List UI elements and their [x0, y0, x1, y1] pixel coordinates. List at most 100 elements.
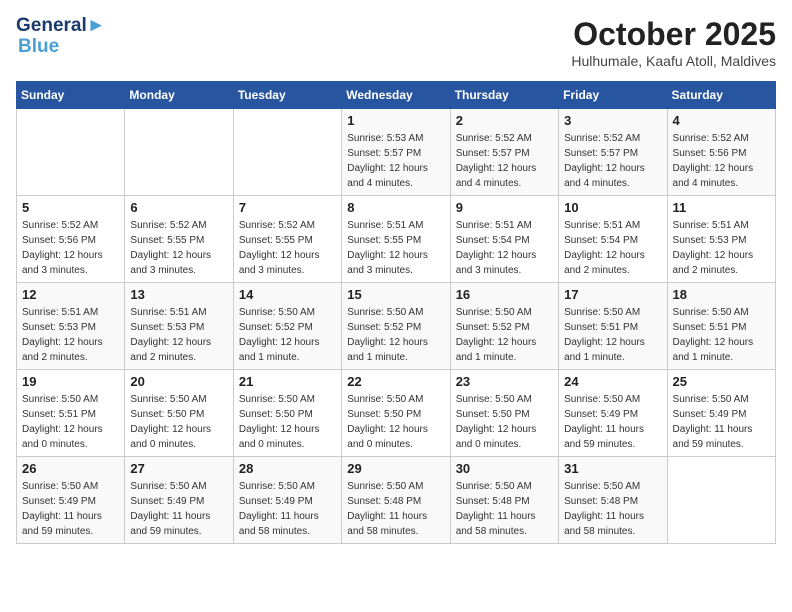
day-info: Sunrise: 5:50 AMSunset: 5:48 PMDaylight:… [564, 479, 661, 539]
day-info: Sunrise: 5:50 AMSunset: 5:49 PMDaylight:… [130, 479, 227, 539]
calendar-cell: 31 Sunrise: 5:50 AMSunset: 5:48 PMDayligh… [559, 457, 667, 544]
day-info: Sunrise: 5:51 AMSunset: 5:54 PMDaylight:… [456, 218, 553, 278]
day-number: 28 [239, 461, 336, 476]
calendar-cell: 30Sunrise: 5:50 AMSunset: 5:48 PMDayligh… [450, 457, 558, 544]
day-number: 8 [347, 200, 444, 215]
day-number: 5 [22, 200, 119, 215]
day-info: Sunrise: 5:50 AMSunset: 5:50 PMDaylight:… [456, 392, 553, 452]
week-row-5: 26Sunrise: 5:50 AMSunset: 5:49 PMDayligh… [17, 457, 776, 544]
day-info: Sunrise: 5:50 AMSunset: 5:51 PMDaylight:… [22, 392, 119, 452]
day-header-tuesday: Tuesday [233, 82, 341, 109]
week-row-1: 1Sunrise: 5:53 AMSunset: 5:57 PMDaylight… [17, 109, 776, 196]
day-info: Sunrise: 5:52 AMSunset: 5:57 PMDaylight:… [456, 131, 553, 191]
day-number: 19 [22, 374, 119, 389]
logo-blue: Blue [18, 37, 106, 58]
day-info: Sunrise: 5:50 AMSunset: 5:52 PMDaylight:… [239, 305, 336, 365]
day-number: 1 [347, 113, 444, 128]
day-number: 14 [239, 287, 336, 302]
title-block: October 2025 Hulhumale, Kaafu Atoll, Mal… [571, 16, 776, 69]
day-number: 22 [347, 374, 444, 389]
calendar-cell: 3 Sunrise: 5:52 AMSunset: 5:57 PMDaylight… [559, 109, 667, 196]
day-info: Sunrise: 5:50 AMSunset: 5:49 PMDaylight:… [673, 392, 770, 452]
day-info: Sunrise: 5:50 AMSunset: 5:48 PMDaylight:… [456, 479, 553, 539]
calendar-cell [125, 109, 233, 196]
day-info: Sunrise: 5:50 AMSunset: 5:49 PMDaylight:… [22, 479, 119, 539]
day-number: 16 [456, 287, 553, 302]
location: Hulhumale, Kaafu Atoll, Maldives [571, 53, 776, 69]
calendar-cell: 28 Sunrise: 5:50 AMSunset: 5:49 PMDayligh… [233, 457, 341, 544]
day-info: Sunrise: 5:50 AMSunset: 5:49 PMDaylight:… [239, 479, 336, 539]
day-info: Sunrise: 5:51 AMSunset: 5:55 PMDaylight:… [347, 218, 444, 278]
day-info: Sunrise: 5:52 AMSunset: 5:55 PMDaylight:… [239, 218, 336, 278]
day-number: 25 [673, 374, 770, 389]
calendar-cell: 24 Sunrise: 5:50 AMSunset: 5:49 PMDayligh… [559, 370, 667, 457]
calendar-cell: 13 Sunrise: 5:51 AMSunset: 5:53 PMDayligh… [125, 283, 233, 370]
day-info: Sunrise: 5:52 AMSunset: 5:56 PMDaylight:… [673, 131, 770, 191]
day-number: 4 [673, 113, 770, 128]
day-info: Sunrise: 5:52 AMSunset: 5:56 PMDaylight:… [22, 218, 119, 278]
day-info: Sunrise: 5:50 AMSunset: 5:50 PMDaylight:… [347, 392, 444, 452]
day-number: 21 [239, 374, 336, 389]
day-info: Sunrise: 5:50 AMSunset: 5:52 PMDaylight:… [347, 305, 444, 365]
day-info: Sunrise: 5:51 AMSunset: 5:53 PMDaylight:… [673, 218, 770, 278]
calendar-cell: 2 Sunrise: 5:52 AMSunset: 5:57 PMDaylight… [450, 109, 558, 196]
day-number: 13 [130, 287, 227, 302]
calendar-cell: 11 Sunrise: 5:51 AMSunset: 5:53 PMDayligh… [667, 196, 775, 283]
day-number: 2 [456, 113, 553, 128]
calendar-cell [667, 457, 775, 544]
week-row-3: 12 Sunrise: 5:51 AMSunset: 5:53 PMDayligh… [17, 283, 776, 370]
day-info: Sunrise: 5:50 AMSunset: 5:52 PMDaylight:… [456, 305, 553, 365]
day-info: Sunrise: 5:50 AMSunset: 5:50 PMDaylight:… [130, 392, 227, 452]
day-info: Sunrise: 5:50 AMSunset: 5:51 PMDaylight:… [673, 305, 770, 365]
logo-text: General► [16, 16, 106, 37]
day-number: 24 [564, 374, 661, 389]
day-number: 23 [456, 374, 553, 389]
day-number: 10 [564, 200, 661, 215]
logo: General► Blue [16, 16, 106, 58]
day-header-wednesday: Wednesday [342, 82, 450, 109]
calendar-cell: 29 Sunrise: 5:50 AMSunset: 5:48 PMDayligh… [342, 457, 450, 544]
day-number: 27 [130, 461, 227, 476]
week-row-2: 5 Sunrise: 5:52 AMSunset: 5:56 PMDaylight… [17, 196, 776, 283]
calendar-cell: 6 Sunrise: 5:52 AMSunset: 5:55 PMDaylight… [125, 196, 233, 283]
day-info: Sunrise: 5:50 AMSunset: 5:50 PMDaylight:… [239, 392, 336, 452]
calendar-cell: 25 Sunrise: 5:50 AMSunset: 5:49 PMDayligh… [667, 370, 775, 457]
day-number: 29 [347, 461, 444, 476]
page-header: General► Blue October 2025 Hulhumale, Ka… [16, 16, 776, 69]
calendar-cell: 12Sunrise: 5:51 AMSunset: 5:53 PMDayligh… [17, 283, 125, 370]
day-header-friday: Friday [559, 82, 667, 109]
calendar-cell [17, 109, 125, 196]
calendar-cell: 9 Sunrise: 5:51 AMSunset: 5:54 PMDaylight… [450, 196, 558, 283]
day-info: Sunrise: 5:52 AMSunset: 5:55 PMDaylight:… [130, 218, 227, 278]
day-header-thursday: Thursday [450, 82, 558, 109]
day-number: 6 [130, 200, 227, 215]
day-number: 12 [22, 287, 119, 302]
day-number: 9 [456, 200, 553, 215]
calendar-cell: 19 Sunrise: 5:50 AMSunset: 5:51 PMDayligh… [17, 370, 125, 457]
calendar-cell: 20Sunrise: 5:50 AMSunset: 5:50 PMDayligh… [125, 370, 233, 457]
day-header-monday: Monday [125, 82, 233, 109]
day-number: 11 [673, 200, 770, 215]
day-number: 7 [239, 200, 336, 215]
day-info: Sunrise: 5:52 AMSunset: 5:57 PMDaylight:… [564, 131, 661, 191]
calendar-cell: 23 Sunrise: 5:50 AMSunset: 5:50 PMDayligh… [450, 370, 558, 457]
calendar-cell: 21 Sunrise: 5:50 AMSunset: 5:50 PMDayligh… [233, 370, 341, 457]
calendar-cell [233, 109, 341, 196]
day-header-saturday: Saturday [667, 82, 775, 109]
day-info: Sunrise: 5:50 AMSunset: 5:48 PMDaylight:… [347, 479, 444, 539]
calendar-cell: 17Sunrise: 5:50 AMSunset: 5:51 PMDayligh… [559, 283, 667, 370]
day-number: 31 [564, 461, 661, 476]
day-info: Sunrise: 5:51 AMSunset: 5:54 PMDaylight:… [564, 218, 661, 278]
calendar-cell: 10 Sunrise: 5:51 AMSunset: 5:54 PMDayligh… [559, 196, 667, 283]
calendar-cell: 27 Sunrise: 5:50 AMSunset: 5:49 PMDayligh… [125, 457, 233, 544]
day-info: Sunrise: 5:51 AMSunset: 5:53 PMDaylight:… [130, 305, 227, 365]
calendar-cell: 8 Sunrise: 5:51 AMSunset: 5:55 PMDaylight… [342, 196, 450, 283]
week-row-4: 19 Sunrise: 5:50 AMSunset: 5:51 PMDayligh… [17, 370, 776, 457]
calendar-cell: 16 Sunrise: 5:50 AMSunset: 5:52 PMDayligh… [450, 283, 558, 370]
day-number: 17 [564, 287, 661, 302]
calendar-body: 1Sunrise: 5:53 AMSunset: 5:57 PMDaylight… [17, 109, 776, 544]
day-number: 3 [564, 113, 661, 128]
calendar-cell: 26Sunrise: 5:50 AMSunset: 5:49 PMDayligh… [17, 457, 125, 544]
calendar-cell: 7 Sunrise: 5:52 AMSunset: 5:55 PMDaylight… [233, 196, 341, 283]
day-info: Sunrise: 5:50 AMSunset: 5:49 PMDaylight:… [564, 392, 661, 452]
